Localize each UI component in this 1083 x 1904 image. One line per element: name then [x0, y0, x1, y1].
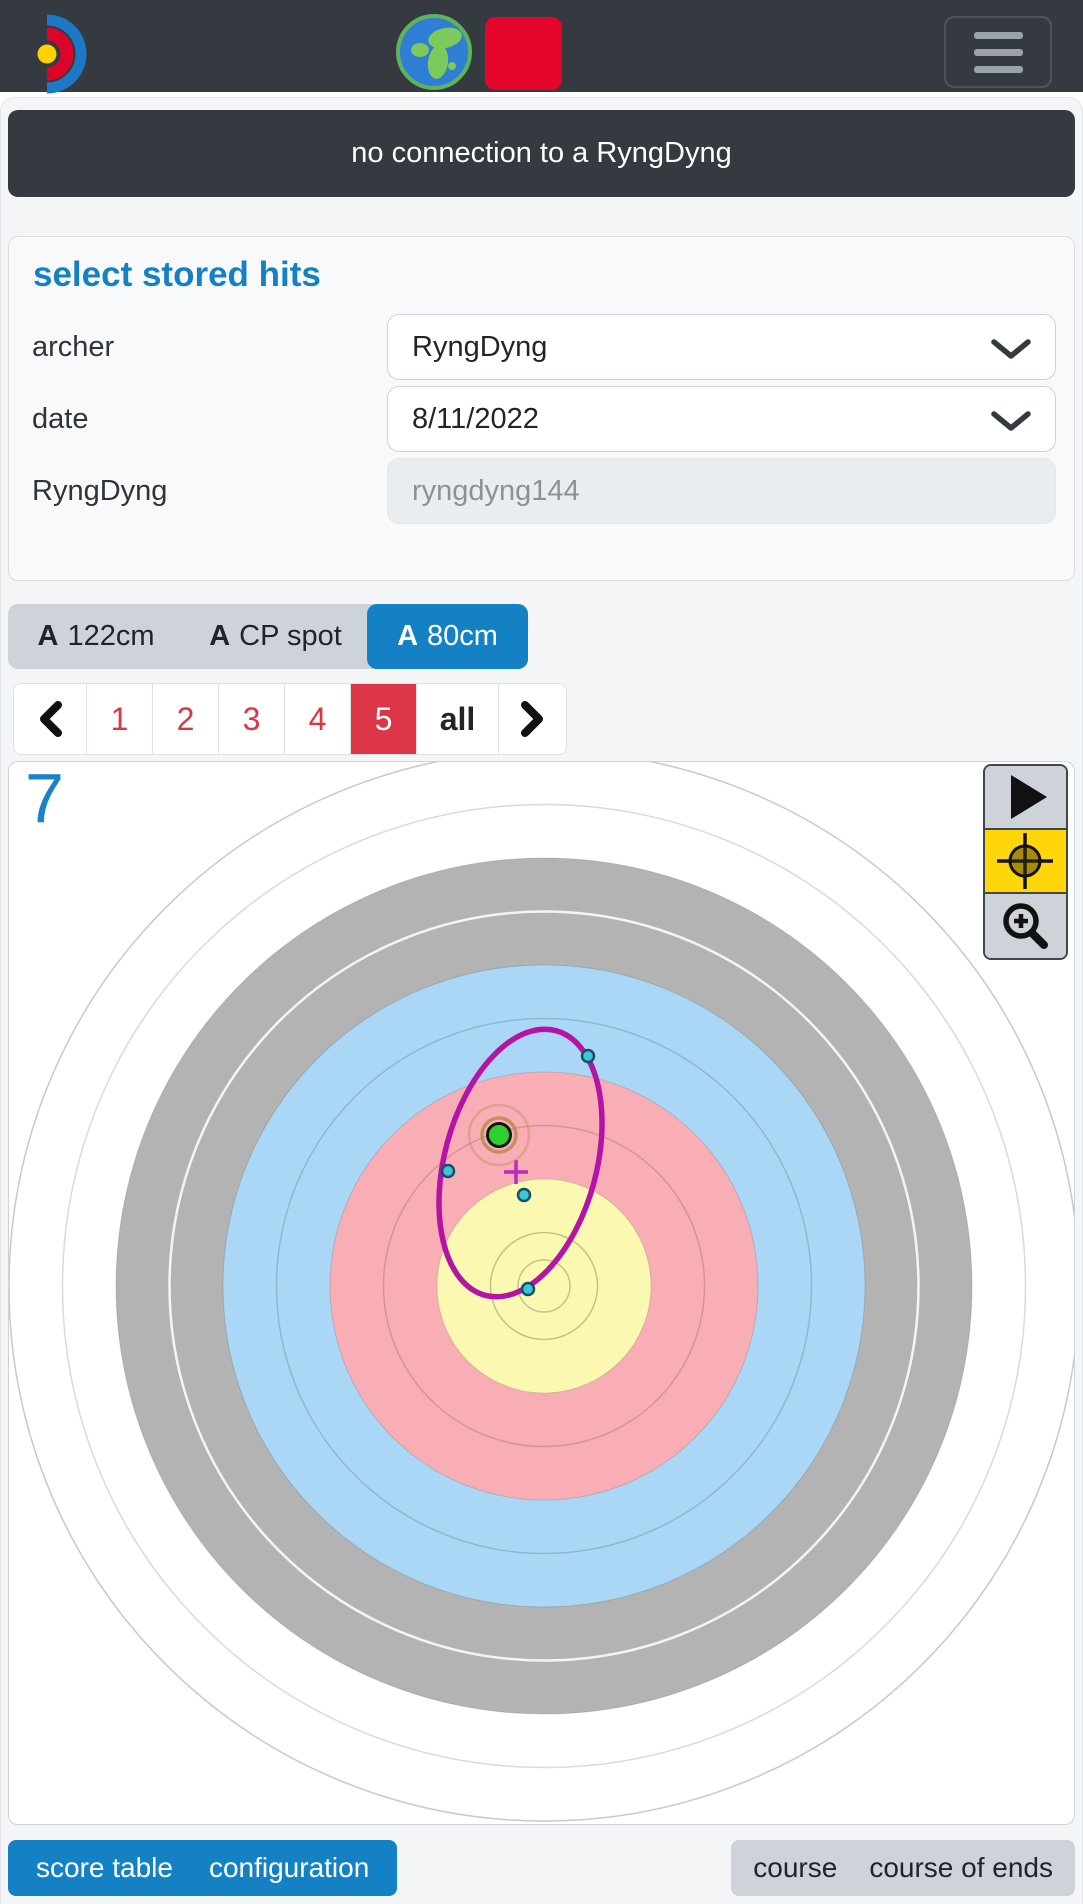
board-toolbar [983, 764, 1068, 960]
archer-select-value: RyngDyng [412, 331, 547, 364]
zoom-button[interactable] [985, 894, 1066, 958]
archer-row: archer RyngDyng [27, 314, 1056, 380]
menu-button[interactable] [944, 16, 1052, 88]
archer-select[interactable]: RyngDyng [387, 314, 1056, 380]
app-header [0, 0, 1083, 92]
connection-status-banner: no connection to a RyngDyng [8, 110, 1075, 197]
ryngdyng-row: RyngDyng ryngdyng144 [27, 458, 1056, 524]
date-select[interactable]: 8/11/2022 [387, 386, 1056, 452]
tab-a-cp-spot[interactable]: A CP spot [184, 604, 367, 669]
ryngdyng-label: RyngDyng [27, 475, 387, 508]
prev-end-button[interactable] [13, 683, 87, 755]
footer-right-group: course course of ends [731, 1840, 1075, 1896]
target-board[interactable]: 7 [8, 761, 1075, 1825]
date-row: date 8/11/2022 [27, 386, 1056, 452]
hamburger-icon [974, 32, 1023, 39]
connection-status-text: no connection to a RyngDyng [351, 137, 731, 170]
footer-bar: score table configuration course course … [8, 1840, 1075, 1896]
crosshair-icon [985, 831, 1066, 891]
end-page-4[interactable]: 4 [285, 683, 351, 755]
play-button[interactable] [985, 766, 1066, 830]
next-end-button[interactable] [499, 683, 567, 755]
tab-a-122cm[interactable]: A 122cm [8, 604, 184, 669]
red-flag-square[interactable] [485, 17, 562, 90]
page-container: no connection to a RyngDyng select store… [0, 97, 1083, 1904]
play-icon [985, 771, 1066, 823]
configuration-button[interactable]: configuration [209, 1852, 369, 1884]
panel-title: select stored hits [33, 255, 1056, 295]
chevron-left-icon [37, 700, 63, 738]
target-face-visualization[interactable] [9, 762, 1075, 1824]
ryngdyng-device-value: ryngdyng144 [412, 475, 580, 508]
chevron-down-icon [991, 339, 1031, 361]
archer-label: archer [27, 331, 387, 364]
score-table-button[interactable]: score table [36, 1852, 173, 1884]
date-select-value: 8/11/2022 [412, 403, 539, 436]
end-score: 7 [25, 761, 64, 838]
ryngdyng-device-field: ryngdyng144 [387, 458, 1056, 524]
end-page-2[interactable]: 2 [153, 683, 219, 755]
app-logo-target-icon [12, 8, 112, 100]
end-page-all[interactable]: all [417, 683, 499, 755]
chevron-down-icon [991, 411, 1031, 433]
target-face-tabs: A 122cm A CP spot A 80cm [8, 604, 528, 669]
tab-a-80cm[interactable]: A 80cm [367, 604, 528, 669]
end-page-5-active[interactable]: 5 [351, 683, 417, 755]
crosshair-button[interactable] [985, 830, 1066, 894]
date-label: date [27, 403, 387, 436]
end-pagination: 1 2 3 4 5 all [13, 683, 567, 755]
chevron-right-icon [520, 700, 546, 738]
footer-left-group: score table configuration [8, 1840, 397, 1896]
zoom-in-icon [985, 896, 1066, 956]
end-page-1[interactable]: 1 [87, 683, 153, 755]
course-button[interactable]: course [753, 1852, 837, 1884]
select-stored-hits-panel: select stored hits archer RyngDyng date … [8, 236, 1075, 581]
globe-icon[interactable] [395, 13, 473, 91]
end-page-3[interactable]: 3 [219, 683, 285, 755]
course-of-ends-button[interactable]: course of ends [869, 1852, 1053, 1884]
